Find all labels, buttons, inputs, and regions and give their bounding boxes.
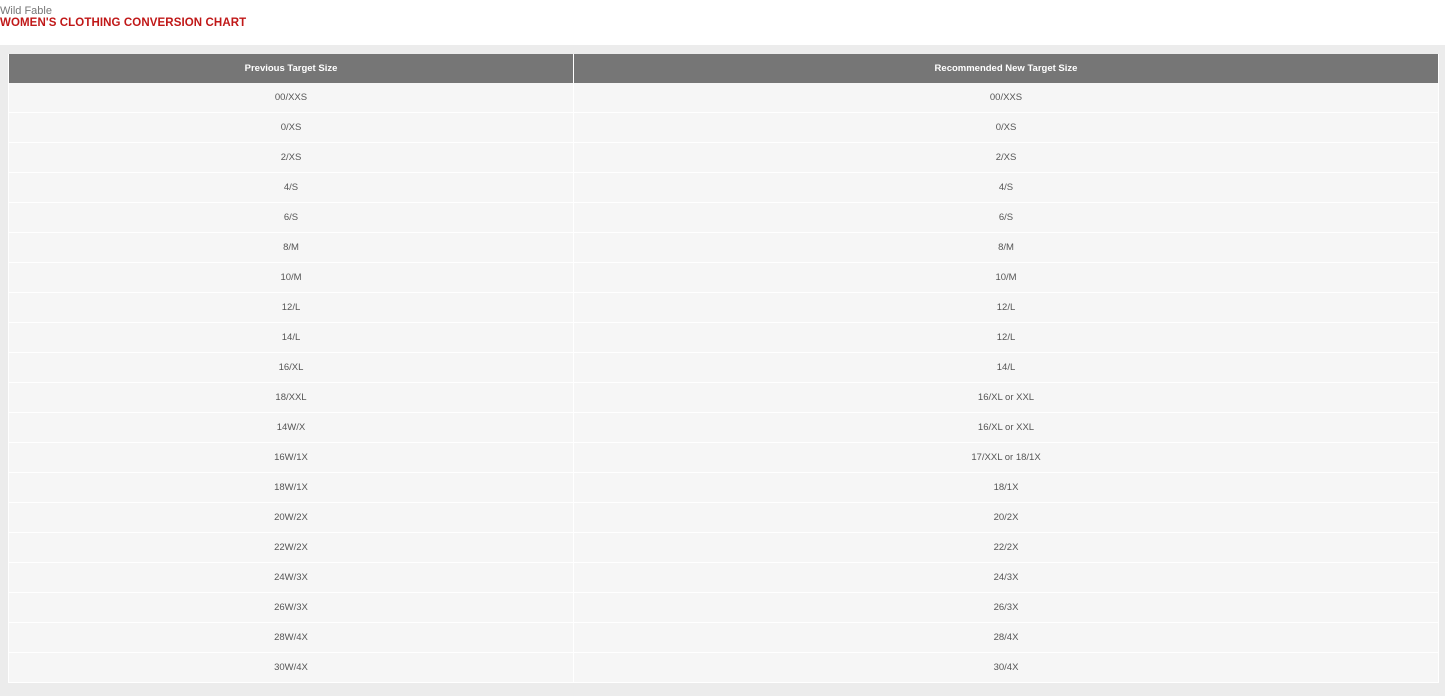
column-header-recommended-size: Recommended New Target Size xyxy=(573,54,1439,83)
previous-size-cell: 0/XS xyxy=(8,112,574,143)
table-row: 00/XXS 00/XXS xyxy=(8,83,1439,113)
recommended-size-cell: 4/S xyxy=(573,172,1439,203)
previous-size-cell: 24W/3X xyxy=(8,562,574,593)
recommended-size-cell: 0/XS xyxy=(573,112,1439,143)
size-conversion-table: Previous Target Size Recommended New Tar… xyxy=(8,54,1439,683)
table-row: 20W/2X 20/2X xyxy=(8,502,1439,533)
recommended-size-cell: 24/3X xyxy=(573,562,1439,593)
recommended-size-cell: 12/L xyxy=(573,322,1439,353)
previous-size-cell: 8/M xyxy=(8,232,574,263)
recommended-size-cell: 20/2X xyxy=(573,502,1439,533)
table-row: 22W/2X 22/2X xyxy=(8,532,1439,563)
table-row: 10/M 10/M xyxy=(8,262,1439,293)
table-row: 0/XS 0/XS xyxy=(8,112,1439,143)
brand-name: Wild Fable xyxy=(0,5,52,17)
previous-size-cell: 4/S xyxy=(8,172,574,203)
table-row: 14W/X 16/XL or XXL xyxy=(8,412,1439,443)
recommended-size-cell: 12/L xyxy=(573,292,1439,323)
page-title: WOMEN'S CLOTHING CONVERSION CHART xyxy=(0,17,247,29)
previous-size-cell: 26W/3X xyxy=(8,592,574,623)
recommended-size-cell: 00/XXS xyxy=(573,83,1439,113)
recommended-size-cell: 18/1X xyxy=(573,472,1439,503)
table-row: 18W/1X 18/1X xyxy=(8,472,1439,503)
recommended-size-cell: 22/2X xyxy=(573,532,1439,563)
previous-size-cell: 16W/1X xyxy=(8,442,574,473)
table-row: 12/L 12/L xyxy=(8,292,1439,323)
previous-size-cell: 16/XL xyxy=(8,352,574,383)
column-header-previous-size: Previous Target Size xyxy=(8,54,574,83)
previous-size-cell: 28W/4X xyxy=(8,622,574,653)
table-row: 16/XL 14/L xyxy=(8,352,1439,383)
recommended-size-cell: 16/XL or XXL xyxy=(573,382,1439,413)
table-row: 6/S 6/S xyxy=(8,202,1439,233)
recommended-size-cell: 26/3X xyxy=(573,592,1439,623)
previous-size-cell: 22W/2X xyxy=(8,532,574,563)
previous-size-cell: 18W/1X xyxy=(8,472,574,503)
table-row: 18/XXL 16/XL or XXL xyxy=(8,382,1439,413)
previous-size-cell: 6/S xyxy=(8,202,574,233)
page-header: Wild Fable WOMEN'S CLOTHING CONVERSION C… xyxy=(0,0,1445,45)
recommended-size-cell: 10/M xyxy=(573,262,1439,293)
previous-size-cell: 10/M xyxy=(8,262,574,293)
previous-size-cell: 14W/X xyxy=(8,412,574,443)
table-row: 28W/4X 28/4X xyxy=(8,622,1439,653)
table-header-row: Previous Target Size Recommended New Tar… xyxy=(8,54,1439,83)
table-body: 00/XXS 00/XXS 0/XS 0/XS 2/XS 2/XS 4/S 4/S 6/S 6/S… xyxy=(8,83,1439,683)
recommended-size-cell: 8/M xyxy=(573,232,1439,263)
previous-size-cell: 18/XXL xyxy=(8,382,574,413)
previous-size-cell: 20W/2X xyxy=(8,502,574,533)
table-row: 4/S 4/S xyxy=(8,172,1439,203)
recommended-size-cell: 2/XS xyxy=(573,142,1439,173)
recommended-size-cell: 28/4X xyxy=(573,622,1439,653)
previous-size-cell: 14/L xyxy=(8,322,574,353)
table-row: 24W/3X 24/3X xyxy=(8,562,1439,593)
table-row: 14/L 12/L xyxy=(8,322,1439,353)
table-row: 16W/1X 17/XXL or 18/1X xyxy=(8,442,1439,473)
table-row: 8/M 8/M xyxy=(8,232,1439,263)
table-row: 2/XS 2/XS xyxy=(8,142,1439,173)
recommended-size-cell: 17/XXL or 18/1X xyxy=(573,442,1439,473)
table-row: 26W/3X 26/3X xyxy=(8,592,1439,623)
recommended-size-cell: 14/L xyxy=(573,352,1439,383)
previous-size-cell: 00/XXS xyxy=(8,83,574,113)
recommended-size-cell: 30/4X xyxy=(573,652,1439,683)
previous-size-cell: 12/L xyxy=(8,292,574,323)
previous-size-cell: 30W/4X xyxy=(8,652,574,683)
recommended-size-cell: 6/S xyxy=(573,202,1439,233)
chart-panel: Previous Target Size Recommended New Tar… xyxy=(0,45,1445,696)
recommended-size-cell: 16/XL or XXL xyxy=(573,412,1439,443)
table-row: 30W/4X 30/4X xyxy=(8,652,1439,683)
previous-size-cell: 2/XS xyxy=(8,142,574,173)
